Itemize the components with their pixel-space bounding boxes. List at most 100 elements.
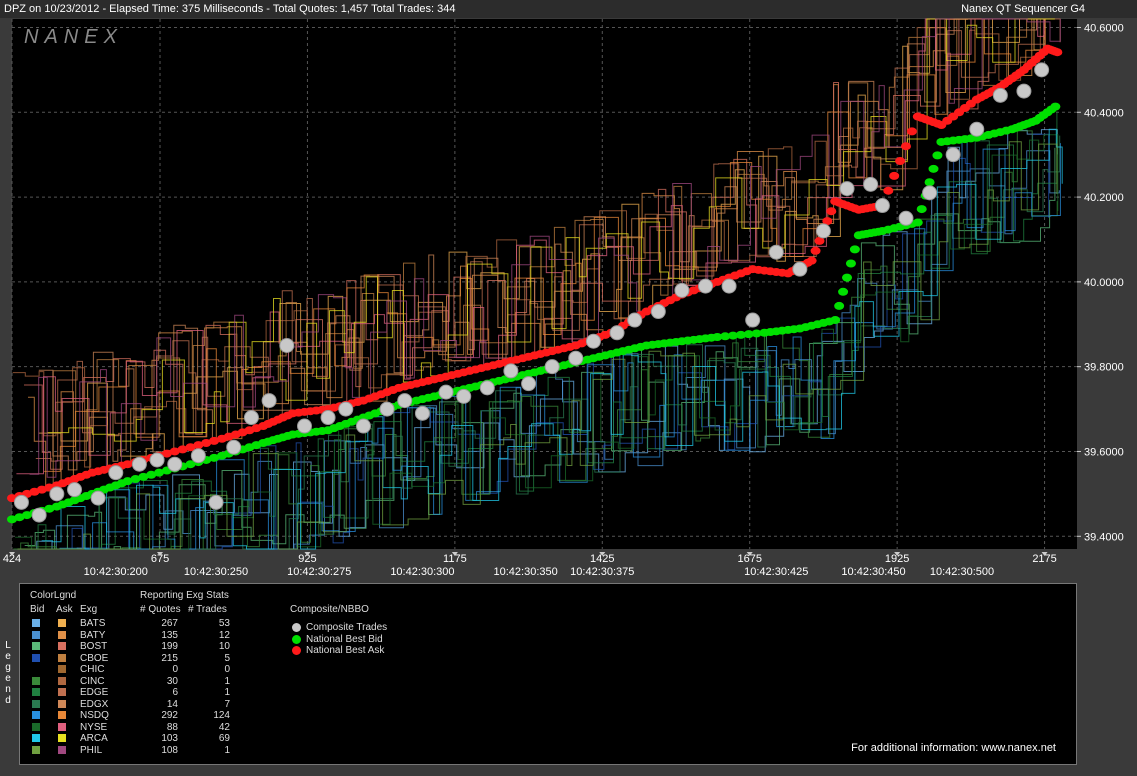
legend-ask-swatch-edgx xyxy=(58,699,66,708)
legend-bid-swatch-arca xyxy=(32,734,40,742)
legend-exg-edge: EDGE xyxy=(80,687,109,698)
legend-exg-baty: BATY xyxy=(80,629,106,641)
y-tick-label: 40.2000 xyxy=(1084,192,1124,204)
legend-col-quotes: # Quotes xyxy=(140,604,181,615)
composite-trade-point xyxy=(521,376,537,392)
composite-trade-point xyxy=(922,185,938,201)
legend-bid-swatch-cboe xyxy=(32,653,40,662)
composite-trade-point xyxy=(31,507,47,523)
legend-exg-edgx: EDGX xyxy=(80,698,109,710)
composite-trade-point xyxy=(721,278,737,294)
composite-trade-point xyxy=(414,405,430,421)
legend-bid-swatch-edge xyxy=(32,688,40,696)
legend-ask-swatch-cboe xyxy=(58,653,66,662)
time-label: 10:42:30:250 xyxy=(184,566,248,578)
composite-trade-point xyxy=(456,388,472,404)
composite-trade-point xyxy=(874,198,890,214)
composite-trade-point xyxy=(67,482,83,498)
legend-trades-phil: 1 xyxy=(224,744,230,756)
legend-ask-swatch-nyse xyxy=(58,722,66,731)
price-chart: NANEX 39.4000 39.6000 39.8000 40.0000 40.200… xyxy=(0,18,1137,582)
legend-panel: ColorLgnd Reporting Exg Stats Bid Ask Ex… xyxy=(19,583,1077,765)
composite-trade-point xyxy=(627,312,643,328)
national-best-ask-point xyxy=(889,171,900,180)
composite-trade-point xyxy=(945,147,961,163)
national-best-bid-point xyxy=(830,316,841,325)
composite-trade-point xyxy=(863,176,879,192)
legend-trades-nsdq: 124 xyxy=(213,710,230,721)
legend-quotes-phil: 108 xyxy=(161,744,178,756)
legend-quotes-baty: 135 xyxy=(161,629,178,641)
national-best-bid-point xyxy=(1050,102,1061,111)
legend-exg-cboe: CBOE xyxy=(80,652,109,664)
legend-side-label: Legend xyxy=(5,640,11,706)
national-best-ask-point xyxy=(806,256,817,265)
composite-trade-point xyxy=(503,363,519,379)
legend-trades-bost: 10 xyxy=(218,641,230,652)
legend-ask-swatch-arca xyxy=(58,734,66,742)
legend-exg-bats: BATS xyxy=(80,618,106,629)
legend-ask-swatch-edge xyxy=(58,688,66,696)
time-label: 10:42:30:500 xyxy=(930,566,994,578)
legend-exg-nsdq: NSDQ xyxy=(80,710,109,721)
composite-trade-point xyxy=(544,359,560,375)
national-best-bid-point xyxy=(932,151,943,160)
national-best-ask-point xyxy=(810,246,821,255)
legend-quotes-edgx: 14 xyxy=(166,698,178,710)
legend-bid-swatch-cinc xyxy=(32,676,40,685)
legend-reporting-header: Reporting Exg Stats xyxy=(140,590,229,601)
national-best-ask-point xyxy=(900,142,911,151)
national-best-bid-point xyxy=(924,178,935,187)
composite-trade-point xyxy=(609,325,625,341)
time-label: 10:42:30:425 xyxy=(744,566,808,578)
national-best-bid-point xyxy=(845,259,856,268)
nanex-watermark: NANEX xyxy=(24,26,123,48)
composite-trade-point xyxy=(243,410,259,426)
composite-trade-point xyxy=(379,401,395,417)
legend-trades-edge: 1 xyxy=(224,687,230,698)
composite-trade-point xyxy=(674,282,690,298)
legend-exg-bost: BOST xyxy=(80,641,108,652)
legend-bid-swatch-chic xyxy=(32,665,40,673)
composite-legend-label: National Best Bid xyxy=(306,633,383,645)
legend-colorlgnd-header: ColorLgnd xyxy=(30,590,77,601)
legend-ask-swatch-cinc xyxy=(58,676,66,685)
composite-trade-point xyxy=(568,350,584,366)
legend-quotes-nyse: 88 xyxy=(166,721,178,733)
legend-ask-swatch-nsdq xyxy=(58,711,66,719)
national-best-bid-point xyxy=(842,273,853,282)
y-tick-label: 40.4000 xyxy=(1084,107,1124,119)
composite-trade-point xyxy=(226,439,242,455)
legend-trades-bats: 53 xyxy=(218,618,230,629)
footer-note: For additional information: www.nanex.ne… xyxy=(851,742,1056,754)
y-tick-label: 39.8000 xyxy=(1084,362,1124,374)
national-best-bid-point xyxy=(838,287,849,296)
composite-trade-point xyxy=(438,384,454,400)
composite-trade-point xyxy=(296,418,312,434)
composite-trade-point xyxy=(479,380,495,396)
composite-trade-point xyxy=(355,418,371,434)
national-best-ask-point xyxy=(1052,48,1063,57)
y-tick-label: 40.0000 xyxy=(1084,277,1124,289)
legend-col-bid: Bid xyxy=(30,604,45,615)
legend-trades-chic: 0 xyxy=(224,664,230,675)
composite-trade-point xyxy=(279,337,295,353)
legend-bid-swatch-edgx xyxy=(32,699,40,708)
legend-trades-edgx: 7 xyxy=(224,698,230,710)
composite-trade-point xyxy=(90,490,106,506)
composite-trade-point xyxy=(167,456,183,472)
y-tick-label: 40.6000 xyxy=(1084,22,1124,34)
y-tick-label: 39.6000 xyxy=(1084,446,1124,458)
legend-exg-cinc: CINC xyxy=(80,675,105,687)
time-label: 10:42:30:375 xyxy=(570,566,634,578)
composite-trade-point xyxy=(992,87,1008,103)
legend-col-ask: Ask xyxy=(56,604,73,615)
time-label: 10:42:30:450 xyxy=(841,566,905,578)
composite-trade-point xyxy=(697,278,713,294)
composite-legend-dot xyxy=(292,646,301,655)
legend-bid-swatch-baty xyxy=(32,630,40,639)
legend-bid-swatch-bost xyxy=(32,642,40,650)
composite-trade-point xyxy=(208,494,224,510)
composite-trade-point xyxy=(815,223,831,239)
time-label: 10:42:30:350 xyxy=(494,566,558,578)
